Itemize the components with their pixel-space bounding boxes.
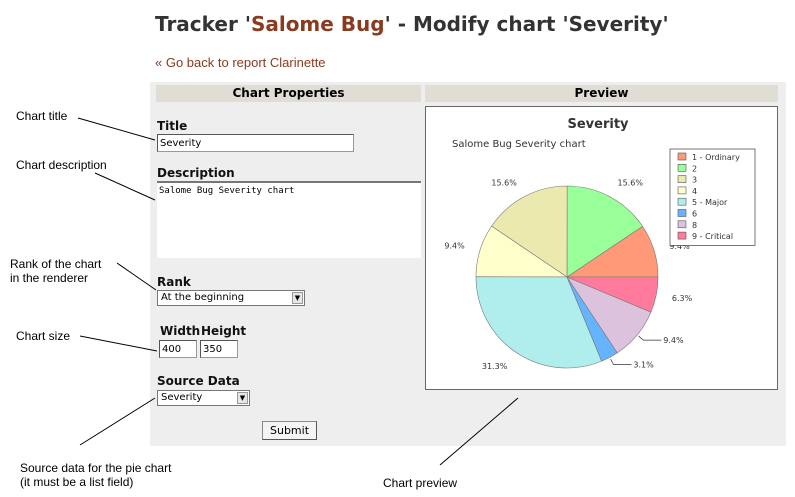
leader-chart-description bbox=[94, 172, 156, 201]
leader-source-data bbox=[79, 397, 156, 446]
leader-chart-preview bbox=[439, 397, 519, 466]
annotation-source-line1: Source data for the pie chart bbox=[20, 461, 172, 475]
annotation-rank-line2: in the renderer bbox=[10, 271, 89, 285]
annotation-leaders bbox=[77, 117, 519, 466]
annotation-chart-size: Chart size bbox=[16, 329, 71, 343]
annotation-chart-description: Chart description bbox=[16, 158, 107, 172]
annotation-chart-title: Chart title bbox=[16, 109, 68, 123]
leader-rank bbox=[116, 262, 157, 291]
annotation-source-line2: (it must be a list field) bbox=[20, 475, 134, 489]
annotation-rank-line1: Rank of the chart bbox=[10, 257, 102, 271]
annotation-chart-preview: Chart preview bbox=[383, 476, 458, 490]
leader-chart-size bbox=[79, 335, 158, 352]
leader-chart-title bbox=[77, 117, 156, 141]
